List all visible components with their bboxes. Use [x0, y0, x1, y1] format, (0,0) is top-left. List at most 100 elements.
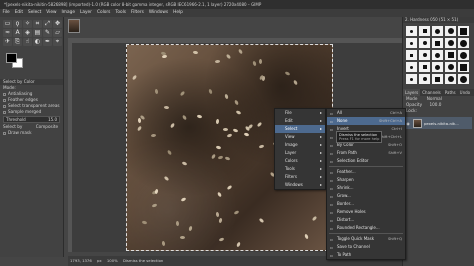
text-tool-icon[interactable]: A — [13, 29, 22, 37]
foreground-color-swatch[interactable] — [6, 53, 17, 63]
menu-view[interactable]: View — [44, 9, 59, 17]
select-menu-item-selection-editor[interactable]: ▫ Selection Editor — [327, 157, 405, 165]
brush-preset-icon[interactable] — [445, 38, 456, 48]
brush-preset-icon[interactable] — [445, 74, 456, 84]
draw-mask-option[interactable]: Draw mask — [0, 130, 63, 136]
sample-merged-checkbox[interactable] — [3, 110, 6, 114]
color-swatches[interactable] — [3, 51, 60, 77]
color-picker-tool-icon[interactable]: ⌖ — [53, 38, 62, 46]
context-menu-item-tools[interactable]: Tools ▸ — [275, 165, 325, 173]
crop-tool-icon[interactable]: ⌗ — [33, 20, 42, 28]
select-menu-item-all[interactable]: ▫ All Ctrl+A — [327, 109, 405, 117]
select-menu-item-save-to-channel[interactable]: ▫ Save to Channel — [327, 243, 405, 251]
brush-preset-icon[interactable] — [458, 74, 469, 84]
select-menu-item-distort[interactable]: ▫ Distort... — [327, 216, 405, 224]
select-menu-item-grow[interactable]: ▫ Grow... — [327, 192, 405, 200]
menu-file[interactable]: File — [0, 9, 12, 17]
brush-preset-icon[interactable] — [406, 26, 417, 36]
tab-layers[interactable]: Layers — [403, 89, 421, 96]
select-menu-item-toggle-quick-mask[interactable]: ▫ Toggle Quick Mask Shift+Q — [327, 235, 405, 243]
warp-tool-icon[interactable]: ≈ — [3, 29, 12, 37]
path-tool-icon[interactable]: ✒ — [43, 38, 52, 46]
brush-preset-icon[interactable] — [432, 74, 443, 84]
sample-merged-option[interactable]: Sample merged — [0, 109, 63, 115]
smudge-tool-icon[interactable]: ☝ — [23, 38, 32, 46]
paintbrush-tool-icon[interactable]: ✎ — [43, 29, 52, 37]
menu-image[interactable]: Image — [59, 9, 77, 17]
select-menu-item-border[interactable]: ▫ Border... — [327, 200, 405, 208]
menu-select[interactable]: Select — [26, 9, 44, 17]
select-menu-item-feather[interactable]: ▫ Feather... — [327, 168, 405, 176]
layer-row[interactable]: ◉ pexels-nikita-nik... — [405, 117, 472, 129]
tab-paths[interactable]: Paths — [443, 89, 458, 96]
menu-tools[interactable]: Tools — [113, 9, 129, 17]
layer-thumbnail — [413, 118, 422, 128]
feather-checkbox[interactable] — [3, 98, 6, 102]
tab-channels[interactable]: Channels — [420, 89, 443, 96]
brush-preset-icon[interactable] — [419, 62, 430, 72]
lasso-tool-icon[interactable]: ϙ — [13, 20, 22, 28]
select-menu-item-to-path[interactable]: ▫ To Path — [327, 251, 405, 259]
context-menu-item-image[interactable]: Image ▸ — [275, 141, 325, 149]
select-menu-item-rounded-rectangle[interactable]: ▫ Rounded Rectangle... — [327, 224, 405, 232]
antialiasing-checkbox[interactable] — [3, 92, 6, 96]
fuzzy-select-tool-icon[interactable]: ✧ — [23, 20, 32, 28]
rect-select-tool-icon[interactable]: ▭ — [3, 20, 12, 28]
transform-tool-icon[interactable]: ⤢ — [43, 20, 52, 28]
select-menu-item-none[interactable]: ▫ None Shift+Ctrl+A — [327, 117, 405, 125]
brush-preset-icon[interactable] — [419, 38, 430, 48]
brush-preset-icon[interactable] — [432, 62, 443, 72]
menu-layer[interactable]: Layer — [77, 9, 94, 17]
brush-preset-icon[interactable] — [432, 50, 443, 60]
draw-mask-checkbox[interactable] — [3, 131, 6, 135]
context-menu-item-edit[interactable]: Edit ▸ — [275, 117, 325, 125]
brush-preset-icon[interactable] — [458, 38, 469, 48]
brush-preset-icon[interactable] — [445, 62, 456, 72]
menu-filters[interactable]: Filters — [129, 9, 147, 17]
brush-preset-icon[interactable] — [432, 26, 443, 36]
unit-select[interactable]: px — [97, 258, 102, 263]
context-menu-item-windows[interactable]: Windows ▸ — [275, 181, 325, 189]
context-menu-item-filters[interactable]: Filters ▸ — [275, 173, 325, 181]
transparent-checkbox[interactable] — [3, 104, 6, 108]
context-menu-item-select[interactable]: Select ▸ — [275, 125, 325, 133]
zoom-select[interactable]: 100% — [107, 258, 118, 263]
gradient-tool-icon[interactable]: ▤ — [33, 29, 42, 37]
menu-colors[interactable]: Colors — [94, 9, 112, 17]
brush-preset-icon[interactable] — [445, 26, 456, 36]
brush-preset-icon[interactable] — [406, 50, 417, 60]
layer-name: pexels-nikita-nik... — [424, 120, 459, 126]
context-menu-item-view[interactable]: View ▸ — [275, 133, 325, 141]
menu-windows[interactable]: Windows — [146, 9, 170, 17]
brush-preset-icon[interactable] — [406, 62, 417, 72]
brush-preset-icon[interactable] — [445, 50, 456, 60]
select-menu-item-sharpen[interactable]: ▫ Sharpen — [327, 176, 405, 184]
context-menu-item-file[interactable]: File ▸ — [275, 109, 325, 117]
context-menu-item-colors[interactable]: Colors ▸ — [275, 157, 325, 165]
brush-preset-icon[interactable] — [419, 74, 430, 84]
airbrush-tool-icon[interactable]: ✈ — [3, 38, 12, 46]
context-menu-item-layer[interactable]: Layer ▸ — [275, 149, 325, 157]
select-menu-item-shrink[interactable]: ▫ Shrink... — [327, 184, 405, 192]
select-menu-item-from-path[interactable]: ▫ From Path Shift+V — [327, 149, 405, 157]
threshold-slider[interactable]: Threshold 15.0 — [3, 116, 60, 123]
brush-preset-icon[interactable] — [458, 62, 469, 72]
menu-help[interactable]: Help — [171, 9, 186, 17]
eraser-tool-icon[interactable]: ▱ — [53, 29, 62, 37]
menu-edit[interactable]: Edit — [12, 9, 25, 17]
brush-preset-icon[interactable] — [458, 50, 469, 60]
bucket-fill-tool-icon[interactable]: ◈ — [23, 29, 32, 37]
brush-preset-icon[interactable] — [419, 26, 430, 36]
brush-preset-icon[interactable] — [419, 50, 430, 60]
brush-preset-icon[interactable] — [432, 38, 443, 48]
image-tabs — [66, 17, 84, 37]
brush-preset-icon[interactable] — [406, 38, 417, 48]
move-tool-icon[interactable]: ✥ — [53, 20, 62, 28]
image-tab-thumbnail[interactable] — [68, 19, 80, 33]
clone-tool-icon[interactable]: ⎘ — [13, 38, 22, 46]
dodge-tool-icon[interactable]: ◐ — [33, 38, 42, 46]
select-menu-item-remove-holes[interactable]: ▫ Remove Holes — [327, 208, 405, 216]
tab-undo[interactable]: Undo — [458, 89, 472, 96]
brush-preset-icon[interactable] — [458, 26, 469, 36]
brush-preset-icon[interactable] — [406, 74, 417, 84]
